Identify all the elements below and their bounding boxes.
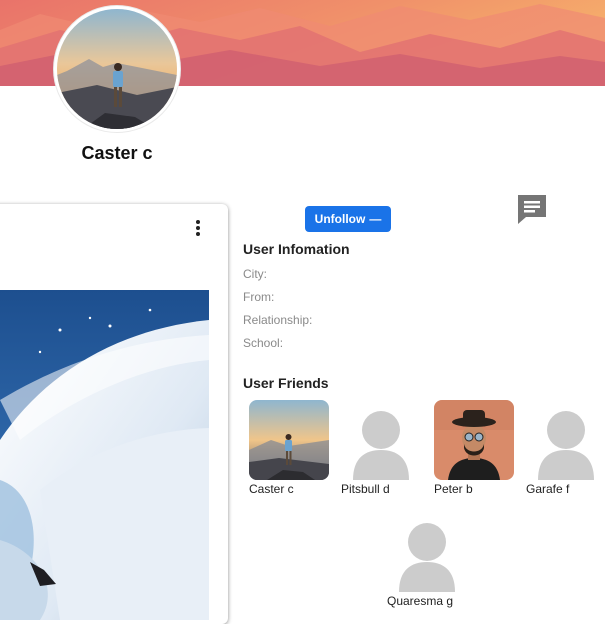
friend-name: Peter b	[434, 482, 473, 496]
friend-avatar[interactable]	[434, 400, 514, 480]
post-card	[0, 204, 228, 624]
info-from-label: From:	[243, 290, 275, 304]
remove-icon: —	[369, 212, 382, 226]
info-city-label: City:	[243, 267, 267, 281]
friend-item[interactable]: Pitsbull d	[341, 400, 423, 496]
post-image	[0, 290, 209, 620]
default-user-icon[interactable]	[526, 400, 605, 480]
profile-name: Caster c	[81, 143, 153, 163]
friend-name: Quaresma g	[387, 594, 454, 608]
friend-item[interactable]: Peter b	[434, 400, 516, 496]
friend-avatar[interactable]	[249, 400, 329, 480]
unfollow-label: Unfollow	[314, 212, 366, 226]
info-relationship-label: Relationship:	[243, 313, 313, 327]
profile-avatar[interactable]	[54, 6, 180, 132]
user-info-title: User Infomation	[243, 241, 350, 257]
friend-item[interactable]: Garafe f	[526, 400, 605, 496]
friend-name: Garafe f	[526, 482, 570, 496]
friend-name: Pitsbull d	[341, 482, 390, 496]
unfollow-button[interactable]: Unfollow —	[305, 206, 391, 232]
friend-item[interactable]: Caster c	[249, 400, 331, 496]
info-school-label: School:	[243, 336, 284, 350]
user-friends-title: User Friends	[243, 375, 329, 391]
friend-item[interactable]: Quaresma g	[387, 512, 469, 608]
friend-name: Caster c	[249, 482, 294, 496]
default-user-icon[interactable]	[387, 512, 467, 592]
message-icon[interactable]	[516, 193, 548, 225]
more-options-icon[interactable]	[190, 218, 206, 238]
default-user-icon[interactable]	[341, 400, 421, 480]
